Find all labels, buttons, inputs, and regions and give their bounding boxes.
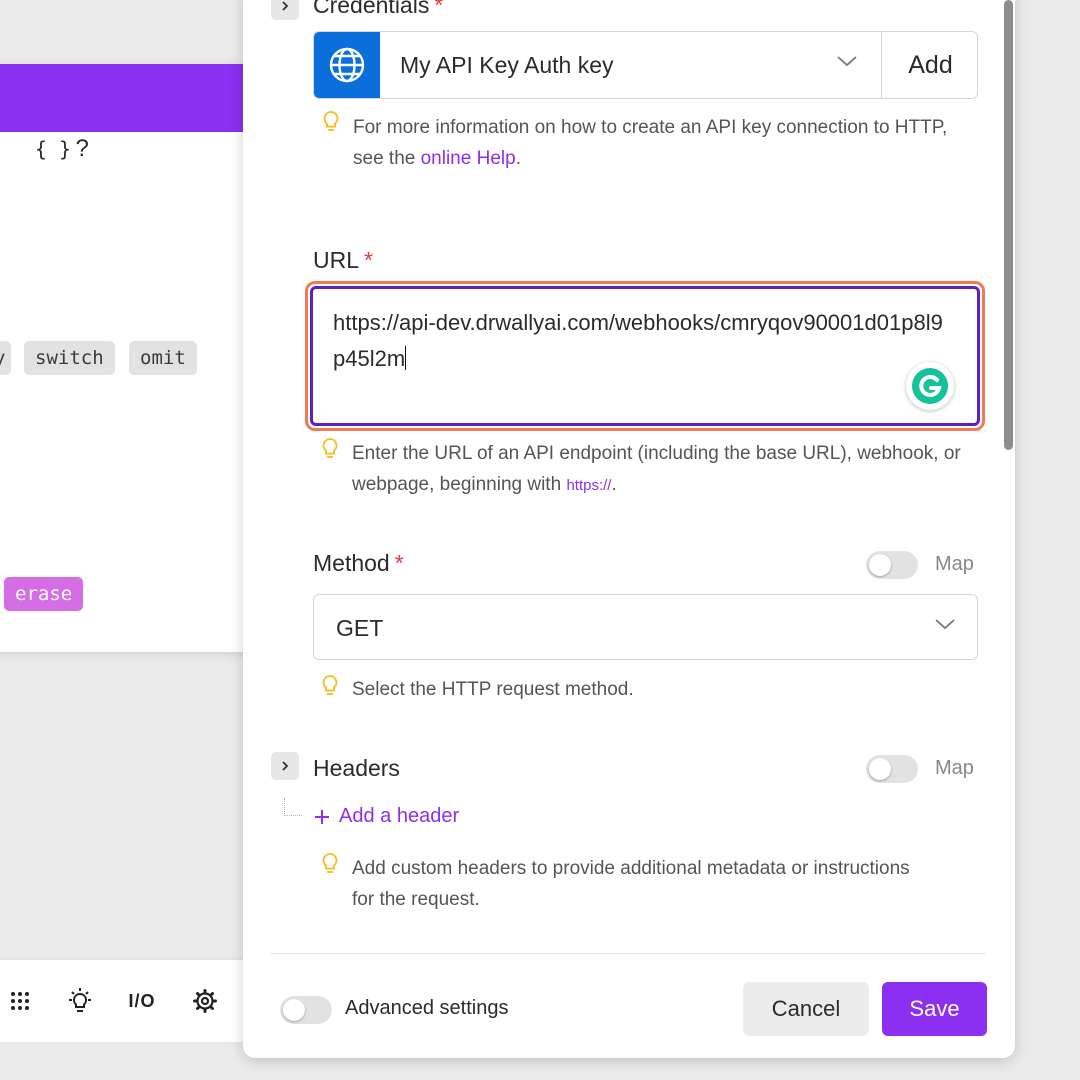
required-marker: * — [394, 550, 404, 576]
cancel-button[interactable]: Cancel — [743, 982, 869, 1036]
url-hint: Enter the URL of an API endpoint (includ… — [352, 438, 977, 501]
url-label: URL * — [313, 247, 373, 274]
help-icon[interactable]: ? — [75, 135, 88, 162]
chevron-down-icon — [836, 54, 858, 73]
method-label: Method * — [313, 550, 404, 577]
function-chip-switch[interactable]: switch — [24, 341, 115, 375]
method-label-text: Method — [313, 550, 390, 576]
lightbulb-icon[interactable] — [64, 986, 96, 1016]
https-link: https:// — [566, 477, 612, 494]
credentials-hint-suffix: . — [515, 148, 521, 169]
close-icon[interactable] — [93, 135, 115, 160]
tree-connector — [284, 798, 302, 816]
advanced-settings-toggle[interactable] — [280, 996, 332, 1024]
headers-label: Headers — [313, 755, 400, 781]
hint-lightbulb-icon — [322, 437, 338, 458]
globe-icon — [314, 32, 380, 98]
scenario-toolbar: I/O — [0, 960, 262, 1042]
settings-icon[interactable] — [190, 986, 220, 1016]
function-chip-omit[interactable]: omit — [129, 341, 197, 375]
credentials-label: Credentials * — [313, 0, 443, 19]
hint-lightbulb-icon — [322, 852, 338, 873]
footer-divider — [270, 953, 986, 954]
add-header-button[interactable]: Add a header — [313, 805, 459, 828]
credentials-select[interactable]: My API Key Auth key Add — [313, 31, 978, 99]
url-input-value: https://api-dev.drwallyai.com/webhooks/c… — [333, 310, 943, 371]
io-icon[interactable]: I/O — [124, 986, 160, 1016]
chevron-down-icon — [934, 617, 956, 636]
advanced-settings-label: Advanced settings — [345, 997, 509, 1019]
save-button[interactable]: Save — [882, 982, 987, 1036]
method-value: GET — [336, 615, 384, 641]
method-hint: Select the HTTP request method. — [352, 679, 634, 700]
braces-icon[interactable]: { } — [35, 137, 71, 161]
function-chip-partial[interactable]: y — [0, 341, 12, 375]
url-field-focus-ring: https://api-dev.drwallyai.com/webhooks/c… — [305, 281, 985, 431]
method-map-toggle[interactable] — [866, 551, 918, 579]
modal-scrollbar[interactable] — [1004, 0, 1013, 450]
url-label-text: URL — [313, 247, 360, 273]
headers-expander[interactable] — [271, 752, 299, 780]
method-select[interactable]: GET — [313, 594, 978, 660]
method-map-label: Map — [935, 553, 974, 575]
hint-lightbulb-icon — [322, 674, 338, 695]
add-credential-button[interactable]: Add — [881, 32, 977, 98]
online-help-link[interactable]: online Help — [421, 148, 516, 169]
hint-lightbulb-icon — [323, 110, 339, 131]
credentials-hint: For more information on how to create an… — [353, 112, 983, 174]
text-caret — [405, 346, 407, 370]
headers-map-toggle[interactable] — [866, 755, 918, 783]
credentials-expander[interactable] — [271, 0, 299, 20]
headers-map-label: Map — [935, 757, 974, 779]
function-chip-erase[interactable]: erase — [4, 577, 84, 611]
plus-icon — [315, 809, 329, 824]
headers-hint: Add custom headers to provide additional… — [352, 858, 910, 910]
required-marker: * — [434, 0, 444, 18]
grid-dots-icon[interactable] — [6, 986, 34, 1016]
url-input[interactable]: https://api-dev.drwallyai.com/webhooks/c… — [310, 286, 980, 426]
url-hint-text: Enter the URL of an API endpoint (includ… — [352, 443, 961, 495]
table-icon[interactable] — [6, 134, 34, 160]
grammarly-icon[interactable] — [906, 362, 954, 410]
add-header-label: Add a header — [339, 805, 460, 827]
required-marker: * — [364, 247, 373, 273]
credentials-value: My API Key Auth key — [400, 52, 614, 78]
url-hint-suffix: . — [611, 474, 617, 495]
credentials-label-text: Credentials — [313, 0, 430, 18]
